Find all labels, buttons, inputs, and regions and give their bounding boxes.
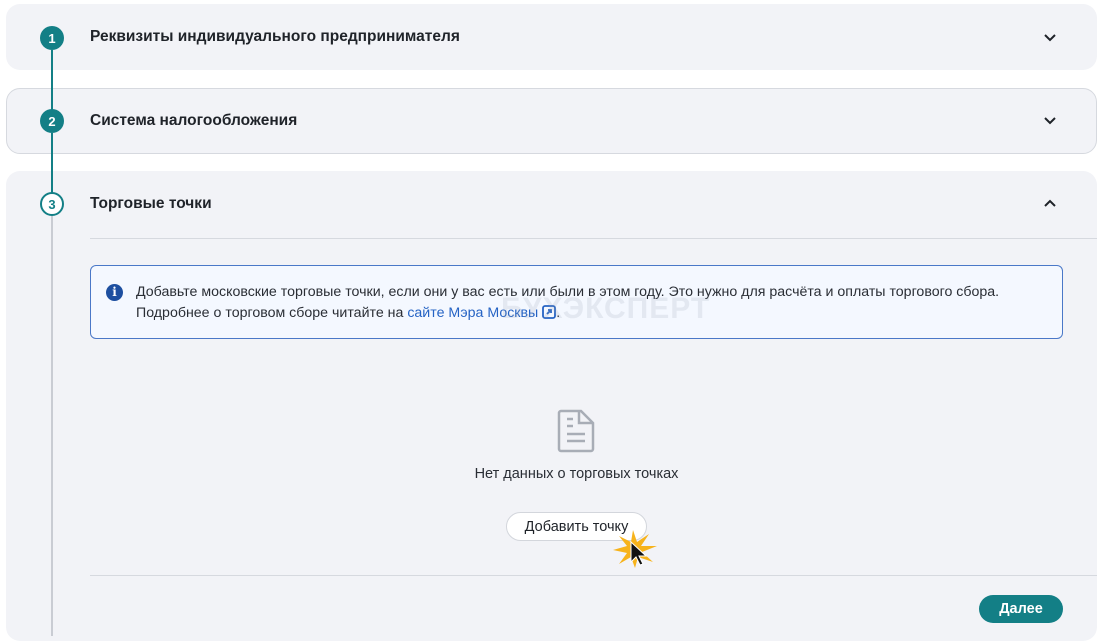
info-banner: i Добавьте московские торговые точки, ес… (90, 265, 1063, 339)
divider (90, 238, 1097, 239)
external-link-icon[interactable] (542, 305, 557, 319)
chevron-down-icon[interactable] (1042, 29, 1058, 45)
info-text: Добавьте московские торговые точки, если… (136, 284, 1000, 321)
chevron-up-icon[interactable] (1042, 196, 1058, 212)
step-number-1: 1 (40, 26, 64, 50)
info-icon: i (106, 284, 123, 301)
step-number-3: 3 (40, 192, 64, 216)
step-number-2: 2 (40, 109, 64, 133)
next-button[interactable]: Далее (979, 595, 1063, 623)
step-connector (51, 216, 53, 636)
chevron-down-icon[interactable] (1042, 112, 1058, 128)
step-title[interactable]: Система налогообложения (90, 112, 297, 130)
divider (90, 575, 1097, 576)
empty-document-icon (557, 409, 595, 453)
step-title[interactable]: Торговые точки (90, 195, 212, 213)
step-connector (51, 133, 53, 193)
cursor-click-icon (613, 530, 657, 568)
mayor-site-link[interactable]: сайте Мэра Москвы (407, 305, 538, 321)
empty-state-text: Нет данных о торговых точках (474, 466, 679, 482)
step-connector (51, 50, 53, 110)
step-title[interactable]: Реквизиты индивидуального предпринимател… (90, 28, 460, 46)
step-3-card (6, 171, 1097, 641)
